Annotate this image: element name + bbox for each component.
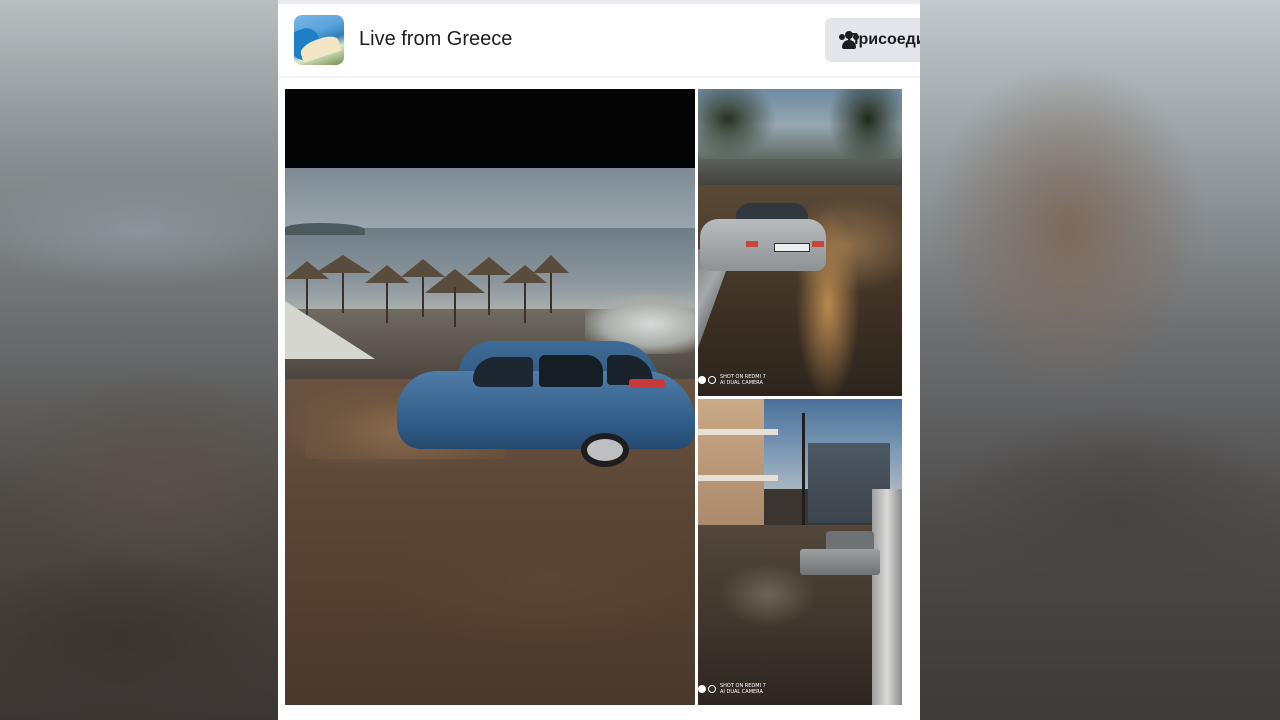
photo-flooded-beach-car[interactable]	[285, 89, 695, 705]
join-group-button[interactable]: Присоединиться	[825, 18, 920, 62]
photo-tent	[285, 301, 375, 359]
camera-watermark: SHOT ON REDMI 7 AI DUAL CAMERA	[698, 374, 766, 386]
photo-flooded-street-truck[interactable]: SHOT ON REDMI 7 AI DUAL CAMERA	[698, 399, 902, 705]
photo-black-band	[285, 89, 695, 168]
photo-pickup-truck	[800, 531, 880, 579]
blurred-backdrop-left	[0, 0, 278, 720]
photo-flooded-street-silver-car[interactable]: SHOT ON REDMI 7 AI DUAL CAMERA	[698, 89, 902, 396]
blurred-backdrop-right	[918, 0, 1280, 720]
photo-wall	[872, 489, 902, 705]
photo-balcony	[698, 429, 778, 435]
beach-umbrella	[315, 255, 371, 313]
photo-silver-car	[700, 197, 828, 273]
photo-sky	[285, 168, 695, 228]
page-name[interactable]: Live from Greece	[359, 28, 512, 51]
page-avatar[interactable]	[294, 15, 344, 65]
post-header: Live from Greece Присоединиться	[278, 4, 920, 76]
header-divider	[278, 76, 920, 78]
camera-watermark-line2: AI DUAL CAMERA	[720, 689, 763, 695]
photo-building-left	[698, 399, 764, 539]
photo-headland	[285, 223, 365, 235]
beach-umbrella	[533, 255, 569, 313]
photo-utility-pole	[802, 413, 805, 539]
camera-watermark: SHOT ON REDMI 7 AI DUAL CAMERA	[698, 683, 766, 695]
join-button-label: Присоединиться	[847, 31, 920, 48]
post-card: Live from Greece Присоединиться	[278, 0, 920, 720]
photo-blue-car	[397, 341, 695, 469]
camera-watermark-line2: AI DUAL CAMERA	[720, 380, 763, 386]
photo-balcony	[698, 475, 778, 481]
